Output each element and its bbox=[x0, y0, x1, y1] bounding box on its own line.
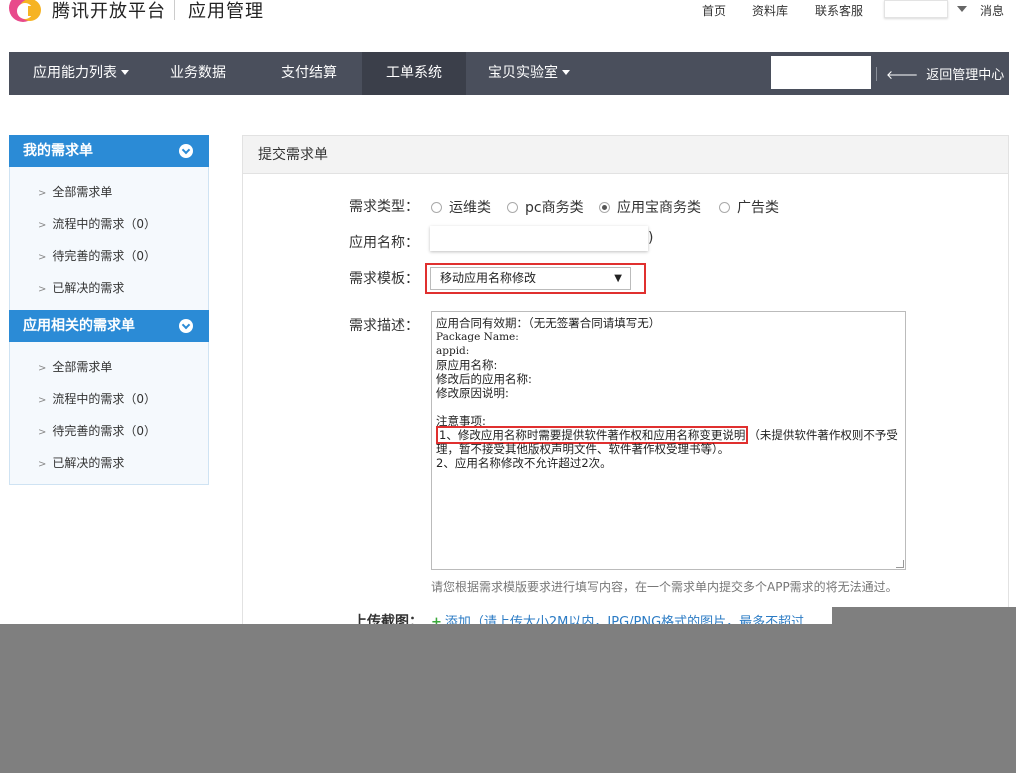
brand-divider bbox=[174, 0, 175, 20]
messages-link[interactable]: 消息 bbox=[980, 2, 1004, 19]
caret-down-icon bbox=[562, 70, 570, 75]
chevron-right-icon: > bbox=[38, 363, 47, 374]
chevron-right-icon: > bbox=[38, 427, 47, 438]
home-link[interactable]: 首页 bbox=[702, 2, 726, 19]
description-hint: 请您根据需求模版要求进行填写内容，在一个需求单内提交多个APP需求的将无法通过。 bbox=[431, 580, 898, 594]
radio-pc-business[interactable]: pc商务类 bbox=[507, 197, 584, 217]
sidebar-item-app-resolved[interactable]: > 已解决的需求 bbox=[38, 454, 124, 471]
nav-search-input[interactable] bbox=[771, 56, 871, 89]
gray-overlay bbox=[0, 624, 1016, 773]
radio-circle-icon[interactable] bbox=[719, 202, 730, 213]
description-label: 需求描述： bbox=[349, 318, 419, 334]
radio-ads[interactable]: 广告类 bbox=[719, 197, 779, 217]
sidebar-item-app-to-complete[interactable]: > 待完善的需求（0） bbox=[38, 422, 156, 439]
support-link[interactable]: 联系客服 bbox=[815, 2, 863, 19]
sidebar-item-resolved[interactable]: > 已解决的需求 bbox=[38, 279, 124, 296]
arrow-left-icon: 🡐 bbox=[886, 68, 919, 82]
description-textarea[interactable]: 应用合同有效期：（无无签署合同请填写无） Package Name: appid… bbox=[431, 311, 906, 570]
nav-divider bbox=[876, 67, 877, 81]
radio-circle-icon[interactable] bbox=[507, 202, 518, 213]
radio-checked-icon[interactable] bbox=[599, 202, 610, 213]
page-title: 应用管理 bbox=[188, 1, 264, 22]
app-name-label: 应用名称： bbox=[349, 235, 419, 251]
dropdown-arrow-icon[interactable]: ▼ bbox=[614, 268, 622, 289]
app-name-input[interactable] bbox=[430, 226, 648, 251]
submit-request-panel: 提交需求单 需求类型： 运维类 pc商务类 应用宝商务类 广告类 应用名称： )… bbox=[242, 135, 1009, 635]
docs-link[interactable]: 资料库 bbox=[752, 2, 788, 19]
tencent-logo-icon[interactable] bbox=[6, 0, 46, 28]
radio-yyb-business[interactable]: 应用宝商务类 bbox=[599, 197, 701, 217]
sidebar-item-app-in-progress[interactable]: > 流程中的需求（0） bbox=[38, 390, 156, 407]
caret-down-icon bbox=[121, 70, 129, 75]
chevron-right-icon: > bbox=[38, 395, 47, 406]
sidebar-item-to-complete[interactable]: > 待完善的需求（0） bbox=[38, 247, 156, 264]
caret-down-icon[interactable] bbox=[957, 6, 967, 12]
chevron-right-icon: > bbox=[38, 459, 47, 470]
back-to-admin-link[interactable]: 🡐 返回管理中心 bbox=[886, 52, 1004, 95]
sidebar-item-in-progress[interactable]: > 流程中的需求（0） bbox=[38, 215, 156, 232]
sidebar-item-app-all[interactable]: > 全部需求单 bbox=[38, 358, 112, 375]
sidebar-item-all[interactable]: > 全部需求单 bbox=[38, 183, 112, 200]
brand-title: 腾讯开放平台 bbox=[52, 1, 166, 22]
chevron-right-icon: > bbox=[38, 188, 47, 199]
sidebar: 我的需求单 > 全部需求单 > 流程中的需求（0） > 待完善的需求（0） > 已解决的… bbox=[9, 135, 209, 485]
user-menu[interactable] bbox=[884, 0, 948, 18]
request-type-label: 需求类型： bbox=[349, 199, 419, 215]
chevron-right-icon: > bbox=[38, 252, 47, 263]
chevron-right-icon: > bbox=[38, 220, 47, 231]
resize-handle-icon[interactable] bbox=[896, 560, 904, 568]
nav-item-ticket-system[interactable]: 工单系统 bbox=[362, 52, 466, 95]
nav-item-business-data[interactable]: 业务数据 bbox=[155, 52, 241, 95]
radio-ops[interactable]: 运维类 bbox=[431, 197, 491, 217]
radio-circle-icon[interactable] bbox=[431, 202, 442, 213]
note-1: 1、修改应用名称时需要提供软件著作权和应用名称变更说明 （未提供软件著作权则不予受… bbox=[436, 426, 898, 456]
chevron-right-icon: > bbox=[38, 284, 47, 295]
template-label: 需求模板： bbox=[349, 271, 419, 287]
nav-item-payment[interactable]: 支付结算 bbox=[261, 52, 357, 95]
template-select[interactable]: 移动应用名称修改 ▼ bbox=[430, 267, 631, 290]
app-name-suffix: ) bbox=[648, 230, 654, 246]
nav-item-lab[interactable]: 宝贝实验室 bbox=[475, 52, 583, 95]
panel-title: 提交需求单 bbox=[243, 136, 1008, 174]
chevron-down-circle-icon[interactable] bbox=[179, 144, 193, 158]
chevron-down-circle-icon[interactable] bbox=[179, 319, 193, 333]
top-bar: 腾讯开放平台 应用管理 首页 资料库 联系客服 消息 bbox=[0, 0, 1016, 40]
overlay-strip bbox=[832, 607, 1016, 625]
main-nav: 应用能力列表 业务数据 支付结算 工单系统 宝贝实验室 🡐 返回管理中心 bbox=[9, 52, 1009, 95]
nav-item-ability-list[interactable]: 应用能力列表 bbox=[9, 52, 153, 95]
sidebar-group-my-requests[interactable]: 我的需求单 bbox=[9, 135, 209, 167]
sidebar-group-app-requests[interactable]: 应用相关的需求单 bbox=[9, 310, 209, 342]
